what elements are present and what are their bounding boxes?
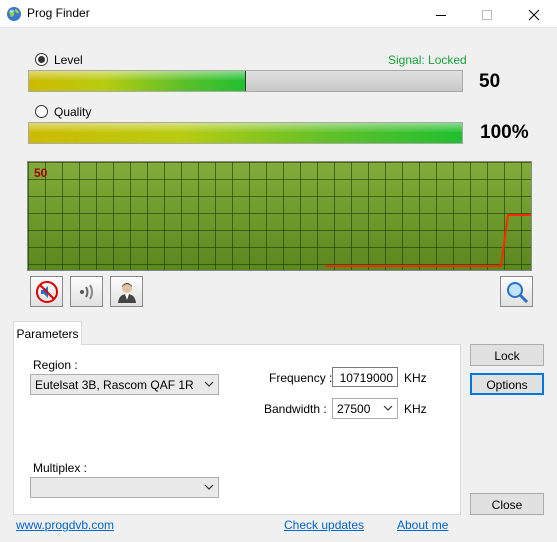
- speaker-muted-icon: [36, 281, 58, 303]
- bandwidth-label: Bandwidth :: [264, 402, 327, 416]
- title-bar: Prog Finder: [0, 0, 557, 28]
- signal-trace: [325, 214, 531, 267]
- multiplex-select[interactable]: [30, 477, 219, 498]
- chevron-down-icon: [383, 405, 393, 411]
- mute-button[interactable]: [30, 276, 63, 307]
- close-window-button[interactable]: [511, 0, 557, 28]
- about-link[interactable]: About me: [397, 518, 448, 532]
- quality-radio[interactable]: [35, 105, 48, 118]
- maximize-icon: [482, 10, 492, 20]
- frequency-input[interactable]: 10719000: [332, 367, 398, 387]
- magnifier-icon: [507, 282, 529, 304]
- close-icon: [528, 9, 540, 21]
- speaker-waves-icon: [80, 284, 93, 300]
- signal-status: Signal: Locked: [388, 53, 467, 67]
- quality-label: Quality: [54, 105, 92, 119]
- level-bar: [28, 70, 463, 92]
- region-value: Eutelsat 3B, Rascom QAF 1R: [35, 378, 194, 392]
- user-button[interactable]: [110, 276, 143, 307]
- bandwidth-unit: KHz: [404, 402, 427, 416]
- minimize-icon: [436, 15, 446, 16]
- level-value: 50: [479, 71, 501, 92]
- signal-graph: 50: [27, 161, 532, 271]
- close-button[interactable]: Close: [470, 493, 544, 515]
- level-label: Level: [54, 53, 83, 67]
- frequency-unit: KHz: [404, 371, 427, 385]
- region-select[interactable]: Eutelsat 3B, Rascom QAF 1R: [30, 374, 219, 395]
- frequency-value: 10719000: [339, 371, 393, 385]
- tab-parameters[interactable]: Parameters: [13, 321, 82, 345]
- level-radio[interactable]: [35, 53, 48, 66]
- level-bar-fill: [29, 71, 246, 91]
- signal-trace-line: [325, 214, 531, 267]
- check-updates-link[interactable]: Check updates: [284, 518, 364, 532]
- user-icon: [118, 283, 136, 303]
- bandwidth-select[interactable]: 27500: [332, 398, 398, 419]
- minimize-button[interactable]: [418, 0, 464, 28]
- quality-bar: [28, 122, 463, 144]
- search-button[interactable]: [500, 276, 533, 307]
- frequency-label: Frequency :: [269, 371, 333, 385]
- quality-value: 100%: [480, 122, 529, 143]
- bandwidth-value: 27500: [337, 402, 371, 416]
- sound-button[interactable]: [70, 276, 103, 307]
- quality-bar-fill: [29, 123, 462, 143]
- lock-button[interactable]: Lock: [470, 344, 544, 366]
- globe-icon: [7, 7, 21, 21]
- chevron-down-icon: [204, 381, 214, 387]
- multiplex-label: Multiplex :: [33, 461, 88, 475]
- window-title: Prog Finder: [27, 6, 90, 20]
- chevron-down-icon: [204, 484, 214, 490]
- website-link[interactable]: www.progdvb.com: [16, 518, 114, 532]
- options-button[interactable]: Options: [470, 373, 544, 395]
- maximize-button[interactable]: [464, 0, 510, 28]
- region-label: Region :: [33, 358, 78, 372]
